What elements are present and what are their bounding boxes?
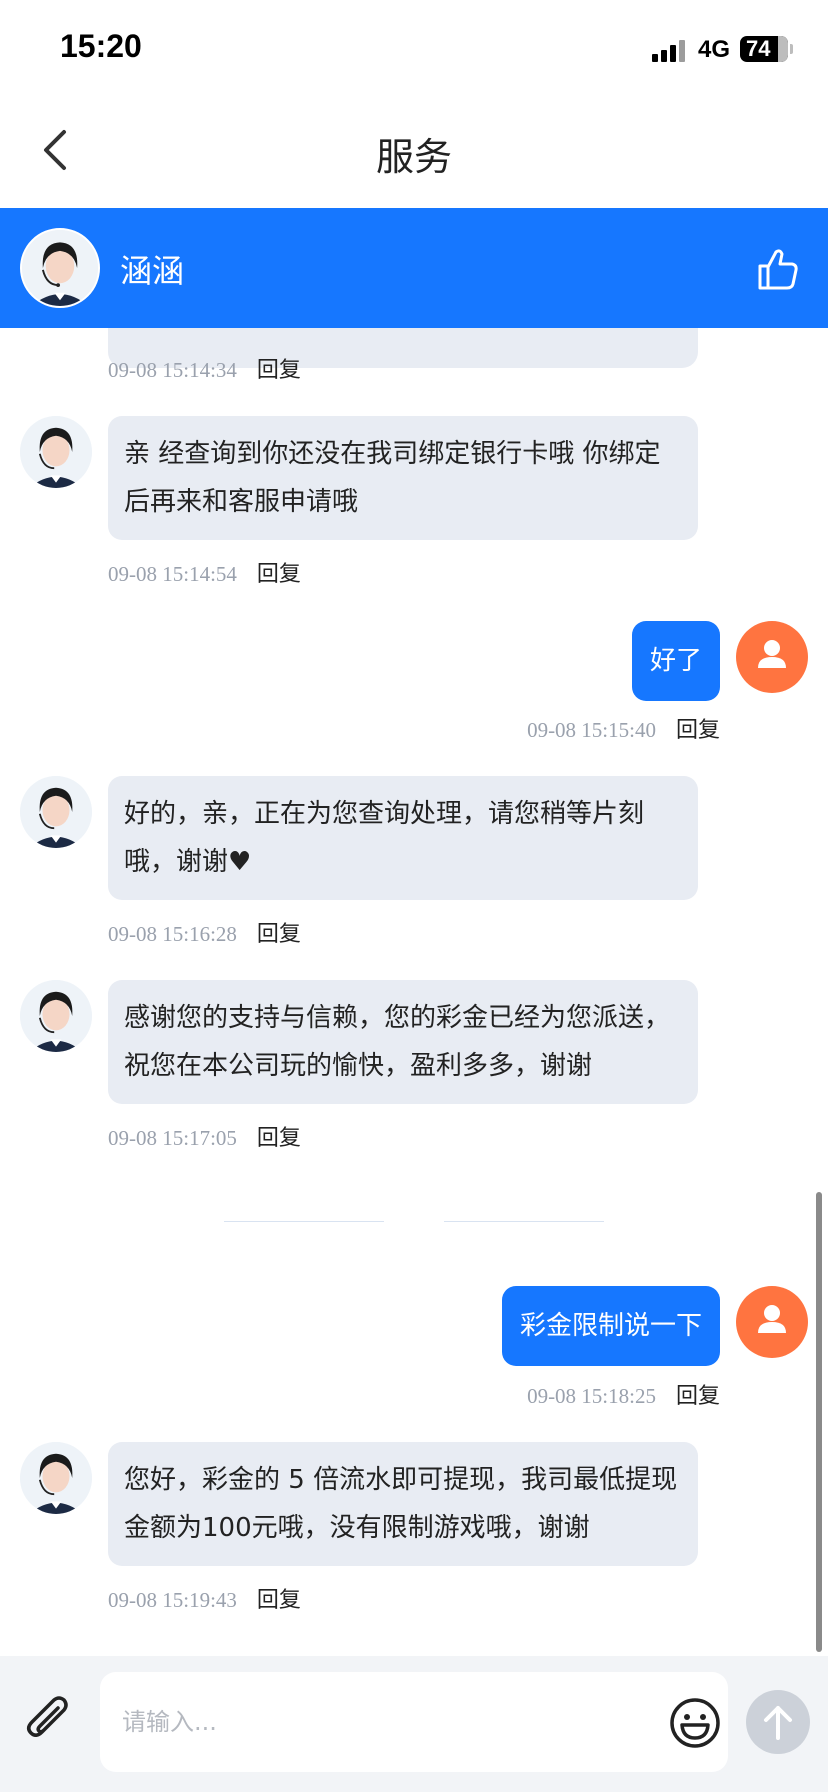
user-icon [758, 640, 786, 668]
agent-message-bubble: 亲 经查询到你还没在我司绑定银行卡哦 你绑定后再来和客服申请哦 [108, 416, 698, 540]
user-message-bubble: 彩金限制说一下 [501, 1286, 720, 1366]
message-meta: 09-08 15:14:34 回复 [108, 352, 301, 384]
user-icon [758, 1305, 786, 1333]
message-timestamp: 09-08 15:18:25 [527, 1384, 656, 1408]
reply-link[interactable]: 回复 [257, 922, 301, 947]
scrollbar[interactable] [816, 1192, 822, 1652]
message-meta: 09-08 15:17:05 回复 [108, 1120, 301, 1152]
message-meta: 09-08 15:19:43 回复 [108, 1582, 301, 1614]
message-timestamp: 09-08 15:16:28 [108, 922, 237, 946]
agent-avatar [20, 1442, 92, 1514]
message-timestamp: 09-08 15:15:40 [527, 718, 656, 742]
attach-button[interactable] [22, 1694, 78, 1750]
reply-link[interactable]: 回复 [257, 1126, 301, 1151]
message-timestamp: 09-08 15:17:05 [108, 1126, 237, 1150]
user-message-bubble: 好了 [631, 621, 720, 701]
like-button[interactable] [752, 244, 802, 294]
divider-line-left [224, 1221, 384, 1222]
battery-level: 74 [746, 36, 771, 61]
user-avatar [736, 621, 808, 693]
agent-avatar [20, 228, 100, 308]
agent-header: 涵涵 [0, 208, 828, 328]
message-timestamp: 09-08 15:14:54 [108, 562, 237, 586]
agent-avatar [20, 980, 92, 1052]
network-type: 4G [698, 36, 731, 63]
reply-link[interactable]: 回复 [676, 718, 720, 743]
signal-icon [652, 40, 688, 62]
status-bar: 15:20 4G 74 [0, 0, 828, 100]
battery-tip [790, 44, 793, 54]
arrow-up-icon [764, 1706, 792, 1740]
agent-avatar [20, 416, 92, 488]
message-meta: 09-08 15:15:40 回复 [527, 712, 720, 744]
user-avatar [736, 1286, 808, 1358]
input-bar [0, 1656, 828, 1792]
agent-avatar [20, 776, 92, 848]
page-title: 服务 [375, 135, 452, 179]
thumbs-up-icon [758, 249, 798, 290]
message-meta: 09-08 15:18:25 回复 [527, 1378, 720, 1410]
message-input[interactable] [100, 1672, 728, 1772]
message-meta: 09-08 15:14:54 回复 [108, 556, 301, 588]
reply-link[interactable]: 回复 [676, 1384, 720, 1409]
reply-link[interactable]: 回复 [257, 358, 301, 383]
divider-line-right [444, 1221, 604, 1222]
message-meta: 09-08 15:16:28 回复 [108, 916, 301, 948]
agent-name: 涵涵 [120, 252, 185, 290]
agent-message-bubble: 您好，彩金的 5 倍流水即可提现，我司最低提现金额为100元哦，没有限制游戏哦，… [108, 1442, 698, 1566]
send-button[interactable] [746, 1690, 810, 1754]
agent-message-bubble: 感谢您的支持与信赖，您的彩金已经为您派送，祝您在本公司玩的愉快，盈利多多，谢谢 [108, 980, 698, 1104]
chat-area[interactable]: 09-08 15:14:34 回复 亲 经查询到你还没在我司绑定银行卡哦 你绑定后… [0, 328, 828, 1656]
agent-message-bubble: 好的，亲，正在为您查询处理，请您稍等片刻哦，谢谢♥ [108, 776, 698, 900]
paperclip-icon [27, 1696, 68, 1737]
status-time: 15:20 [60, 28, 142, 64]
nav-bar: 服务 [0, 100, 828, 208]
emoji-button[interactable] [668, 1696, 722, 1750]
message-timestamp: 09-08 15:14:34 [108, 358, 237, 382]
smiley-icon [670, 1698, 720, 1748]
reply-link[interactable]: 回复 [257, 1588, 301, 1613]
message-timestamp: 09-08 15:19:43 [108, 1588, 237, 1612]
battery-icon: 74 [740, 36, 788, 62]
reply-link[interactable]: 回复 [257, 562, 301, 587]
